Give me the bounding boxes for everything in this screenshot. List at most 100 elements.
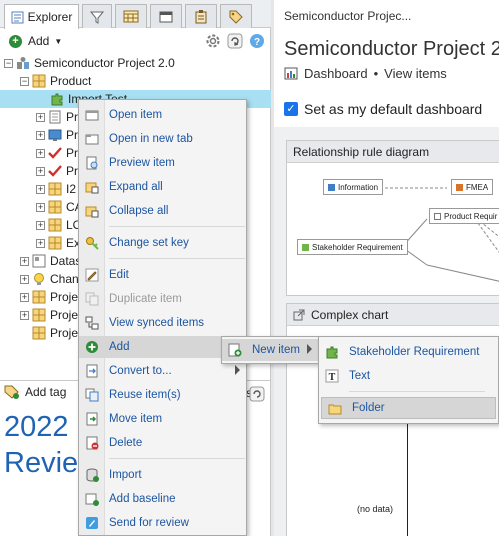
tab-calendar[interactable] [115,4,147,28]
menu-item-duplicate-item[interactable]: Duplicate item [79,288,246,310]
calendar-icon [123,10,139,23]
external-link-icon[interactable] [293,309,305,321]
menu-item-send-for-review[interactable]: Send for review [79,512,246,534]
dashboard-subnav: Dashboard • View items [284,66,447,81]
submenu-arrow-icon [307,344,312,354]
tree-node-product[interactable]: − Product [20,72,91,90]
folder-icon [32,74,46,88]
menu-item-change-set-key[interactable]: Change set key [79,232,246,254]
gear-icon[interactable] [205,33,221,49]
tree-node-item[interactable]: + Pr [36,144,78,162]
menu-item-label: Move item [109,413,163,425]
tree-node-project[interactable]: − Semiconductor Project 2.0 [4,54,175,72]
tree-node-change[interactable]: + Chan [20,270,79,288]
menu-item-stakeholder-requirement[interactable]: Stakeholder Requirement [319,341,498,363]
folder-icon [32,308,46,322]
tab-explorer[interactable]: Explorer [4,4,79,29]
lightbulb-icon [34,273,44,285]
refresh-icon[interactable] [249,386,265,402]
breadcrumb[interactable]: Semiconductor Projec... [284,9,411,23]
tree-node-project-folder[interactable]: Proje [32,324,78,342]
menu-item-label: Change set key [109,237,189,249]
expand-icon[interactable]: + [36,130,45,140]
tree-node-item[interactable]: + Pr [36,108,78,126]
tree-node-item[interactable]: + CA [36,198,83,216]
expand-icon[interactable]: + [20,292,29,302]
tab-filter[interactable] [82,4,112,28]
menu-item-import[interactable]: Import [79,464,246,486]
expand-icon[interactable]: + [36,238,45,248]
default-dashboard-checkbox[interactable]: ✓ [284,102,298,116]
menu-item-folder[interactable]: Folder [321,397,496,419]
diagram-node-product-requirement: Product Requir [429,208,499,224]
add-button[interactable]: + Add ▼ [9,34,62,48]
default-dashboard-checkbox-row[interactable]: ✓ Set as my default dashboard [284,101,482,117]
menu-item-collapse-all[interactable]: Collapse all [79,200,246,222]
svg-text:T: T [329,372,336,383]
menu-item-move-item[interactable]: Move item [79,408,246,430]
collapse-icon[interactable]: − [4,58,13,68]
context-menu: Open item Open in new tab Preview item E… [78,99,247,536]
expand-icon[interactable]: + [36,112,45,122]
tree-node-project-folder[interactable]: + Proje [20,306,78,324]
dataset-icon [32,254,46,268]
menu-item-label: Delete [109,437,143,449]
menu-item-open-in-new-tab[interactable]: Open in new tab [79,128,246,150]
no-data-label: (no data) [357,504,394,514]
menu-item-edit[interactable]: Edit [79,264,246,286]
add-tag-label: Add tag [25,385,67,399]
menu-item-new-item[interactable]: New item [222,339,318,361]
clipboard-icon [195,9,207,23]
tree-node-label: Pr [66,146,78,160]
expand-icon[interactable]: + [36,166,45,176]
tree-node-label: Proje [50,290,79,304]
menu-item-expand-all[interactable]: Expand all [79,176,246,198]
folder-icon [48,200,62,214]
checkmark-icon [48,147,62,159]
tree-node-project-folder[interactable]: + Proje [20,288,78,306]
menu-item-open-item[interactable]: Open item [79,104,246,126]
menu-item-delete[interactable]: Delete [79,432,246,454]
expand-icon[interactable]: + [36,220,45,230]
expand-icon[interactable]: + [36,202,45,212]
tree-node-item[interactable]: + I2 [36,180,76,198]
view-items-link[interactable]: View items [384,66,447,81]
folder-icon [32,290,46,304]
menu-item-text[interactable]: T Text [319,365,498,387]
explorer-tab-bar: Explorer [0,0,271,29]
menu-item-label: Import [109,469,142,481]
tree-node-item[interactable]: + LO [36,216,82,234]
tree-node-label: Pr [66,164,78,178]
text-icon: T [325,369,339,383]
expand-icon[interactable]: + [20,274,29,284]
tree-node-item[interactable]: + Ex [36,234,80,252]
expand-icon[interactable]: + [36,148,45,158]
tree-node-label: Proje [50,326,79,340]
convert-icon [86,364,98,378]
dashboard-link[interactable]: Dashboard [304,66,368,81]
add-tag-button[interactable]: Add tag [4,385,66,399]
tree-node-item[interactable]: + Pr [36,126,78,144]
main-panel: Semiconductor Projec... Semiconductor Pr… [274,0,499,536]
menu-item-view-synced-items[interactable]: View synced items [79,312,246,334]
tab-window[interactable] [150,4,182,28]
menu-item-preview-item[interactable]: Preview item [79,152,246,174]
tab-clipboard[interactable] [185,4,217,28]
collapse-icon[interactable]: − [20,76,29,86]
menu-item-add-baseline[interactable]: Add baseline [79,488,246,510]
tree-node-datasets[interactable]: + Datas [20,252,81,270]
menu-item-reuse-items[interactable]: Reuse item(s) [79,384,246,406]
expand-icon[interactable]: + [20,256,29,266]
expand-icon[interactable]: + [20,310,29,320]
monitor-icon [48,129,62,141]
new-item-submenu: Stakeholder Requirement T Text Folder [318,336,499,424]
open-item-icon [85,110,99,121]
relationship-diagram: Information FMEA Product Requir Stakehol… [287,163,499,295]
menu-item-label: Folder [352,402,385,414]
refresh-icon[interactable] [227,33,243,49]
puzzle-icon [51,93,63,106]
expand-icon[interactable]: + [36,184,45,194]
tab-tags[interactable] [220,4,252,28]
tree-node-item[interactable]: + Pr [36,162,78,180]
help-icon[interactable]: ? [249,33,265,49]
